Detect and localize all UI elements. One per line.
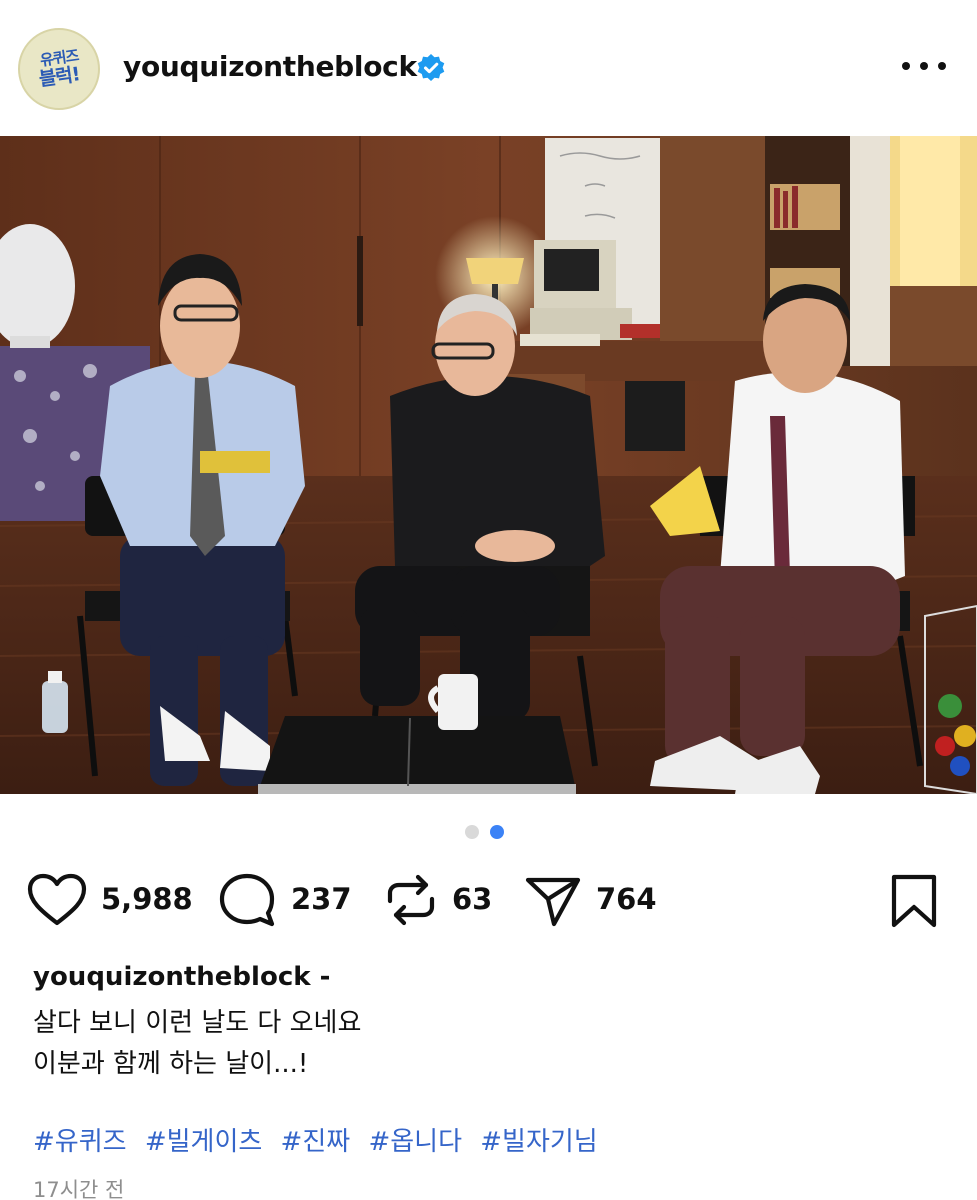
- bookmark-icon[interactable]: [888, 873, 940, 929]
- carousel-dot-active: [490, 825, 504, 839]
- username[interactable]: youquizontheblock: [123, 50, 417, 83]
- verified-badge-icon: [417, 54, 445, 81]
- avatar-logo: 유퀴즈 블럭!: [37, 46, 81, 91]
- hashtag-link[interactable]: #옵니다: [368, 1127, 462, 1157]
- share-count: 764: [596, 882, 657, 916]
- comment-icon[interactable]: [216, 871, 278, 929]
- caption-text-line2: 이분과 함께 하는 날이...!: [33, 1049, 309, 1079]
- post-header: 유퀴즈 블럭! youquizontheblock: [0, 0, 977, 136]
- more-options-icon[interactable]: [902, 62, 946, 74]
- post-photo[interactable]: [0, 136, 977, 794]
- like-count: 5,988: [101, 882, 193, 916]
- avatar[interactable]: 유퀴즈 블럭!: [18, 28, 100, 110]
- post-timestamp: 17시간 전: [33, 1178, 125, 1200]
- hashtag-link[interactable]: #진짜: [281, 1127, 351, 1157]
- repost-count: 63: [452, 882, 493, 916]
- repost-icon[interactable]: [380, 871, 442, 929]
- comment-count: 237: [291, 882, 352, 916]
- carousel-indicator: [465, 825, 507, 839]
- action-bar: 5,988 237 63 764: [0, 865, 977, 935]
- share-icon[interactable]: [522, 871, 584, 929]
- hashtag-link[interactable]: #유퀴즈: [33, 1127, 127, 1157]
- caption-text-line1: 살다 보니 이런 날도 다 오네요: [33, 1008, 362, 1038]
- heart-icon[interactable]: [26, 871, 88, 929]
- hashtag-link[interactable]: #빌게이츠: [145, 1127, 262, 1157]
- carousel-dot: [465, 825, 479, 839]
- post-image: [0, 136, 977, 794]
- caption-username[interactable]: youquizontheblock -: [33, 962, 330, 992]
- hashtag-list: #유퀴즈 #빌게이츠 #진짜 #옵니다 #빌자기님: [33, 1121, 608, 1158]
- hashtag-link[interactable]: #빌자기님: [480, 1127, 597, 1157]
